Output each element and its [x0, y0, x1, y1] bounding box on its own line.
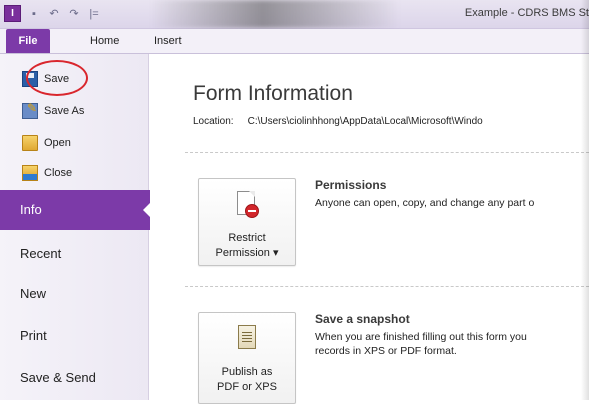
nav-recent[interactable]: Recent	[0, 234, 148, 274]
snapshot-description-2: records in XPS or PDF format.	[315, 345, 457, 357]
save-as-command[interactable]: Save As	[22, 100, 84, 122]
save-icon[interactable]: ▪	[27, 7, 41, 21]
title-bar: I ▪ ↶ ↷ |= Example - CDRS BMS St	[0, 0, 589, 29]
nav-print[interactable]: Print	[0, 316, 148, 356]
publish-pdf-label-1: Publish as	[221, 366, 273, 378]
window-title: Example - CDRS BMS St	[464, 7, 589, 19]
location-path: C:\Users\ciolinhhong\AppData\Local\Micro…	[247, 116, 483, 127]
location-label: Location:	[193, 116, 234, 127]
open-command[interactable]: Open	[22, 132, 71, 154]
ribbon-tabs: File Home Insert	[0, 29, 589, 54]
save-as-icon	[22, 101, 38, 119]
undo-icon[interactable]: ↶	[47, 7, 61, 21]
restrict-permission-button[interactable]: Restrict Permission ▾	[198, 178, 296, 266]
snapshot-title: Save a snapshot	[315, 312, 410, 326]
tab-insert[interactable]: Insert	[154, 29, 182, 53]
window-edge-shadow	[581, 0, 589, 400]
restrict-permission-icon	[235, 191, 259, 219]
close-folder-icon	[22, 165, 38, 181]
tab-home[interactable]: Home	[90, 29, 119, 53]
nav-new[interactable]: New	[0, 274, 148, 314]
save-as-command-label: Save As	[44, 105, 85, 117]
nav-save-and-send[interactable]: Save & Send	[0, 358, 148, 398]
publish-pdf-button[interactable]: Publish as PDF or XPS	[198, 312, 296, 404]
nav-info[interactable]: Info	[0, 190, 151, 230]
quick-access-toolbar: I ▪ ↶ ↷ |=	[4, 5, 101, 22]
close-command-label: Close	[44, 167, 73, 179]
save-highlight-ring	[26, 60, 88, 96]
open-command-label: Open	[44, 137, 71, 149]
permissions-description: Anyone can open, copy, and change any pa…	[315, 197, 535, 209]
publish-pdf-icon	[235, 323, 259, 351]
info-pane: Form Information Location: C:\Users\cioli…	[150, 54, 589, 404]
section-divider	[185, 152, 589, 153]
section-divider	[185, 286, 589, 287]
publish-pdf-label-2: PDF or XPS	[217, 381, 277, 393]
backstage-nav: Save Save As Open Close Info Recent New …	[0, 54, 151, 400]
app-icon[interactable]: I	[4, 5, 21, 22]
customize-icon[interactable]: |=	[87, 7, 101, 21]
redo-icon[interactable]: ↷	[67, 7, 81, 21]
permissions-title: Permissions	[315, 178, 387, 192]
tab-file[interactable]: File	[6, 29, 50, 53]
snapshot-description-1: When you are finished filling out this f…	[315, 331, 527, 343]
open-folder-icon	[22, 135, 38, 151]
page-title: Form Information	[193, 82, 353, 105]
location-row: Location: C:\Users\ciolinhhong\AppData\Lo…	[193, 116, 483, 127]
restrict-permission-label-2: Permission ▾	[215, 247, 279, 259]
restrict-permission-label-1: Restrict	[228, 232, 266, 244]
close-command[interactable]: Close	[22, 162, 72, 184]
